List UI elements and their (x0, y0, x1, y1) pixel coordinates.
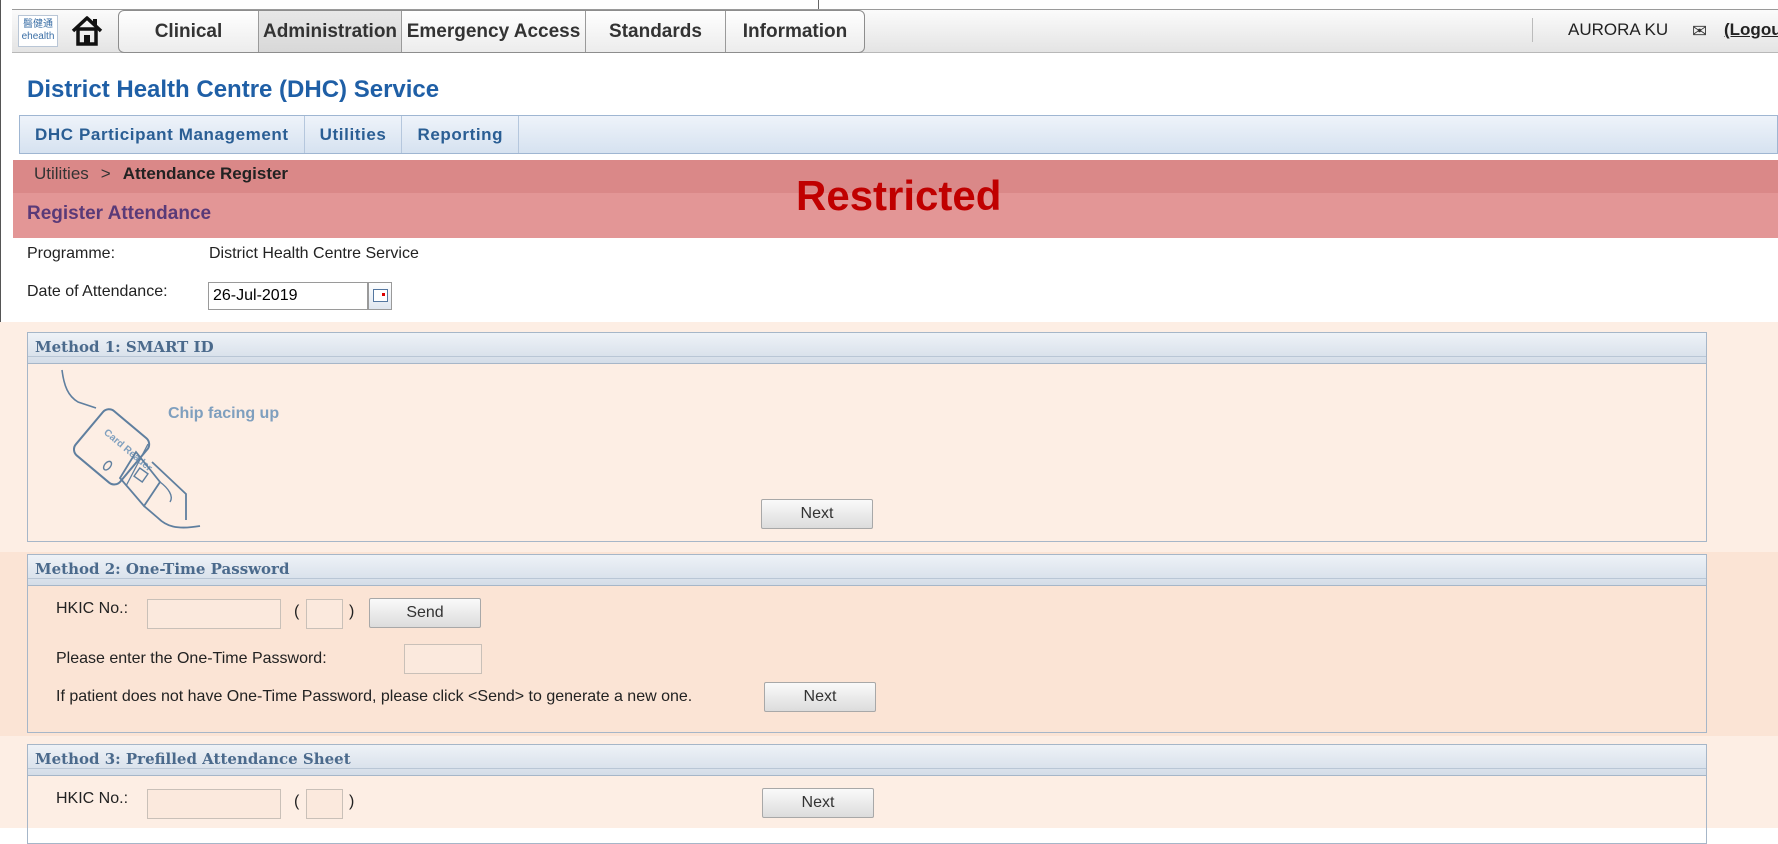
restricted-label: Restricted (796, 172, 1002, 219)
logo-text-chinese: 醫健通 (23, 19, 53, 30)
date-of-attendance-input[interactable] (208, 282, 368, 310)
breadcrumb-parent[interactable]: Utilities (34, 164, 89, 183)
method3-title: Method 3: Prefilled Attendance Sheet (28, 745, 1706, 776)
tab-emergency-access[interactable]: Emergency Access (402, 11, 586, 52)
otp-hint: If patient does not have One-Time Passwo… (56, 688, 693, 705)
programme-label: Programme: (27, 245, 116, 262)
logo-text: ehealth (21, 31, 55, 42)
chip-facing-up-label: Chip facing up (168, 405, 280, 422)
home-icon[interactable] (70, 14, 104, 48)
app-title: District Health Centre (DHC) Service (27, 76, 440, 103)
method3-next-button[interactable]: Next (762, 788, 874, 818)
close-paren: ) (349, 603, 355, 620)
tab-administration[interactable]: Administration (259, 11, 402, 52)
open-paren: ( (294, 793, 300, 810)
open-paren: ( (294, 603, 300, 620)
page-title: Register Attendance (27, 203, 212, 224)
date-label: Date of Attendance: (27, 283, 168, 300)
send-button[interactable]: Send (369, 598, 481, 628)
method3-hkic-input[interactable] (147, 789, 281, 819)
programme-value: District Health Centre Service (209, 245, 419, 262)
subnav-dhc-participant-management[interactable]: DHC Participant Management (20, 116, 305, 153)
subnav-reporting[interactable]: Reporting (402, 116, 520, 153)
method2-next-button[interactable]: Next (764, 682, 876, 712)
method3-check-digit-input[interactable] (306, 789, 343, 819)
main-nav-tabs: Clinical Administration Emergency Access… (118, 10, 865, 53)
otp-input[interactable] (404, 644, 482, 674)
close-paren: ) (349, 793, 355, 810)
breadcrumb-current: Attendance Register (122, 164, 289, 183)
method1-title: Method 1: SMART ID (28, 333, 1706, 364)
method2-hkic-input[interactable] (147, 599, 281, 629)
sub-nav: DHC Participant Management Utilities Rep… (19, 115, 1778, 154)
breadcrumb-separator: > (100, 164, 111, 183)
calendar-icon[interactable] (368, 282, 392, 310)
mail-icon[interactable]: ✉ (1692, 21, 1707, 42)
logout-link[interactable]: (Logout (1724, 20, 1778, 40)
top-bar: 醫健通 ehealth Clinical Administration Emer… (12, 9, 1778, 53)
breadcrumb: Utilities > Attendance Register (34, 164, 288, 184)
divider (1532, 18, 1533, 42)
tab-information[interactable]: Information (726, 11, 864, 52)
method2-hkic-label: HKIC No.: (56, 600, 129, 617)
method3-hkic-label: HKIC No.: (56, 790, 129, 807)
subnav-utilities[interactable]: Utilities (305, 116, 403, 153)
otp-label: Please enter the One-Time Password: (56, 650, 327, 667)
divider (818, 0, 819, 9)
ehealth-logo[interactable]: 醫健通 ehealth (18, 15, 58, 47)
card-reader-illustration: Card Reader (61, 369, 201, 529)
user-name: AURORA KU (1568, 20, 1669, 39)
tab-standards[interactable]: Standards (586, 11, 726, 52)
method2-check-digit-input[interactable] (306, 599, 343, 629)
method2-title: Method 2: One-Time Password (28, 555, 1706, 586)
method1-next-button[interactable]: Next (761, 499, 873, 529)
tab-clinical[interactable]: Clinical (119, 11, 259, 52)
